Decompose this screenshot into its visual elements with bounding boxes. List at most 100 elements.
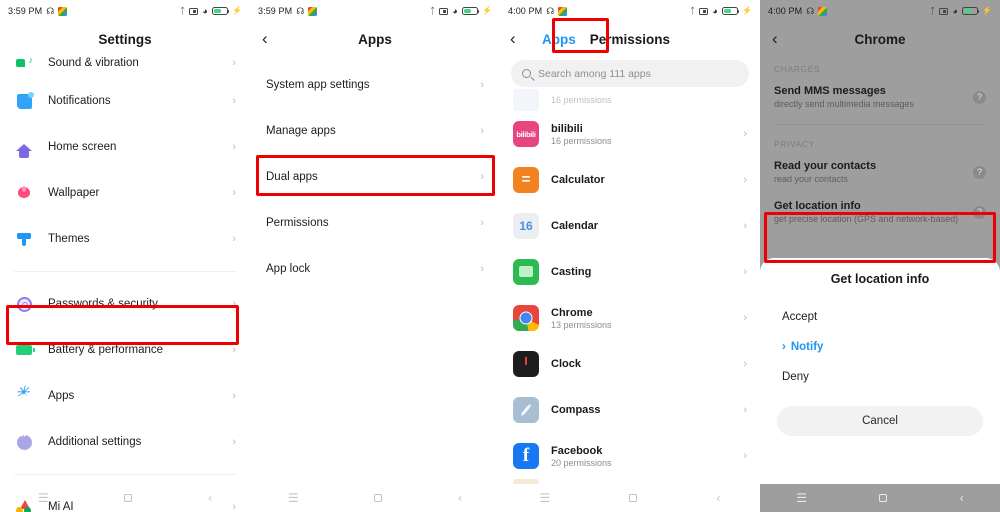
sidebar-item-notifications[interactable]: Notifications › [0,78,250,124]
screenshot-icon [699,8,708,15]
list-item-facebook[interactable]: f Facebook 20 permissions › [500,433,760,479]
back-icon[interactable]: ‹ [208,491,212,505]
charging-icon: ⚡ [742,7,752,15]
charging-icon: ⚡ [232,7,242,15]
row-manage-apps[interactable]: Manage apps › [250,108,500,154]
menu-icon[interactable]: ☰ [288,491,299,505]
screenshot-icon [189,8,198,15]
sidebar-item-themes[interactable]: Themes › [0,216,250,262]
home-square-icon[interactable] [374,494,382,502]
sidebar-item-apps[interactable]: Apps › [0,373,250,419]
help-icon[interactable]: ? [973,166,986,179]
back-icon[interactable]: ‹ [458,491,462,505]
permission-row-get-location-info[interactable]: Get location info get precise location (… [760,193,1000,233]
chevron-right-icon: › [232,298,236,310]
mute-icon: ☊ [46,7,54,16]
row-label: Dual apps [266,171,480,183]
sidebar-item-wallpaper[interactable]: Wallpaper › [0,170,250,216]
home-square-icon[interactable] [879,494,887,502]
sidebar-item-home-screen[interactable]: Home screen › [0,124,250,170]
status-bar: 3:59 PM ☊ ᛏ ◕ ⚡ [0,0,250,22]
search-input[interactable]: Search among 111 apps [511,60,749,87]
app-name: Compass [551,404,731,416]
dialog-option-notify[interactable]: Notify [760,332,1000,362]
back-icon[interactable]: ‹ [716,491,720,505]
dialog-option-deny[interactable]: Deny [760,362,1000,392]
row-dual-apps[interactable]: Dual apps › [250,154,500,200]
permission-description: read your contacts [774,174,965,184]
row-label: Wallpaper [48,187,218,199]
back-button[interactable]: ‹ [510,29,528,49]
sidebar-item-passwords-security[interactable]: Passwords & security › [0,281,250,327]
chevron-right-icon: › [480,79,484,91]
menu-icon[interactable]: ☰ [38,491,49,505]
status-time: 3:59 PM [258,6,292,16]
chevron-right-icon: › [743,450,747,462]
panel-chrome-permissions: 4:00 PM ☊ ᛏ ◕ ⚡ ‹ Chrome CHARGES [760,0,1000,512]
compass-icon [513,397,539,423]
themes-icon [14,229,34,249]
app-name: bilibili [551,123,731,135]
chevron-right-icon: › [743,174,747,186]
dialog-option-accept[interactable]: Accept [760,302,1000,332]
sidebar-item-sound-vibration[interactable]: Sound & vibration › [0,48,250,78]
mute-icon: ☊ [806,7,814,16]
page-title: Apps [250,32,500,47]
wifi-icon: ◕ [712,7,718,16]
row-app-lock[interactable]: App lock › [250,246,500,292]
back-button[interactable]: ‹ [262,29,280,49]
bluetooth-icon: ᛏ [690,7,696,16]
wifi-icon: ◕ [952,7,958,16]
list-item-clock[interactable]: Clock › [500,341,760,387]
back-button[interactable]: ‹ [772,29,790,49]
list-item-bilibili[interactable]: bilibili bilibili 16 permissions › [500,111,760,157]
bluetooth-icon: ᛏ [430,7,436,16]
chevron-right-icon: › [743,358,747,370]
apps-icon [14,386,34,406]
list-item-casting[interactable]: Casting › [500,249,760,295]
help-icon[interactable]: ? [973,91,986,104]
charging-icon: ⚡ [482,7,492,15]
play-store-icon [58,7,67,16]
group-divider [0,475,250,484]
row-system-app-settings[interactable]: System app settings › [250,62,500,108]
list-item-compass[interactable]: Compass › [500,387,760,433]
cancel-button[interactable]: Cancel [777,406,983,436]
back-icon[interactable]: ‹ [960,491,964,505]
app-name: Casting [551,266,731,278]
menu-icon[interactable]: ☰ [540,491,551,505]
sidebar-item-battery-performance[interactable]: Battery & performance › [0,327,250,373]
mute-icon: ☊ [296,7,304,16]
row-label: App lock [266,263,480,275]
page-title: Settings [0,32,250,47]
row-label: Additional settings [48,436,218,448]
nav-bar: ☰ ‹ [250,484,500,512]
help-icon[interactable]: ? [973,206,986,219]
permission-row-read-contacts[interactable]: Read your contacts read your contacts ? [760,153,1000,193]
group-divider [0,272,250,281]
row-label: Manage apps [266,125,480,137]
list-item-chrome[interactable]: Chrome 13 permissions › [500,295,760,341]
app-permission-count: 20 permissions [551,458,731,468]
row-label: System app settings [266,79,480,91]
chevron-right-icon: › [232,390,236,402]
app-permission-list: 16 permissions bilibili bilibili 16 perm… [500,89,760,501]
list-item-partial-top[interactable]: 16 permissions [500,89,760,111]
tab-permissions[interactable]: Permissions [590,32,670,47]
panel-apps: 3:59 PM ☊ ᛏ ◕ ⚡ ‹ Apps System app settin… [250,0,500,512]
home-square-icon[interactable] [124,494,132,502]
row-label: Home screen [48,141,218,153]
list-item-calculator[interactable]: = Calculator › [500,157,760,203]
chevron-right-icon: › [232,436,236,448]
menu-icon[interactable]: ☰ [796,491,807,505]
list-item-calendar[interactable]: 16 Calendar › [500,203,760,249]
tab-apps[interactable]: Apps [542,32,576,47]
home-square-icon[interactable] [629,494,637,502]
row-label: Themes [48,233,218,245]
page-title: Chrome [760,32,1000,47]
permission-description: directly send multimedia messages [774,99,965,109]
permission-row-send-mms[interactable]: Send MMS messages directly send multimed… [760,78,1000,118]
app-bar: ‹ Apps [250,22,500,56]
sidebar-item-additional-settings[interactable]: Additional settings › [0,419,250,465]
row-permissions[interactable]: Permissions › [250,200,500,246]
